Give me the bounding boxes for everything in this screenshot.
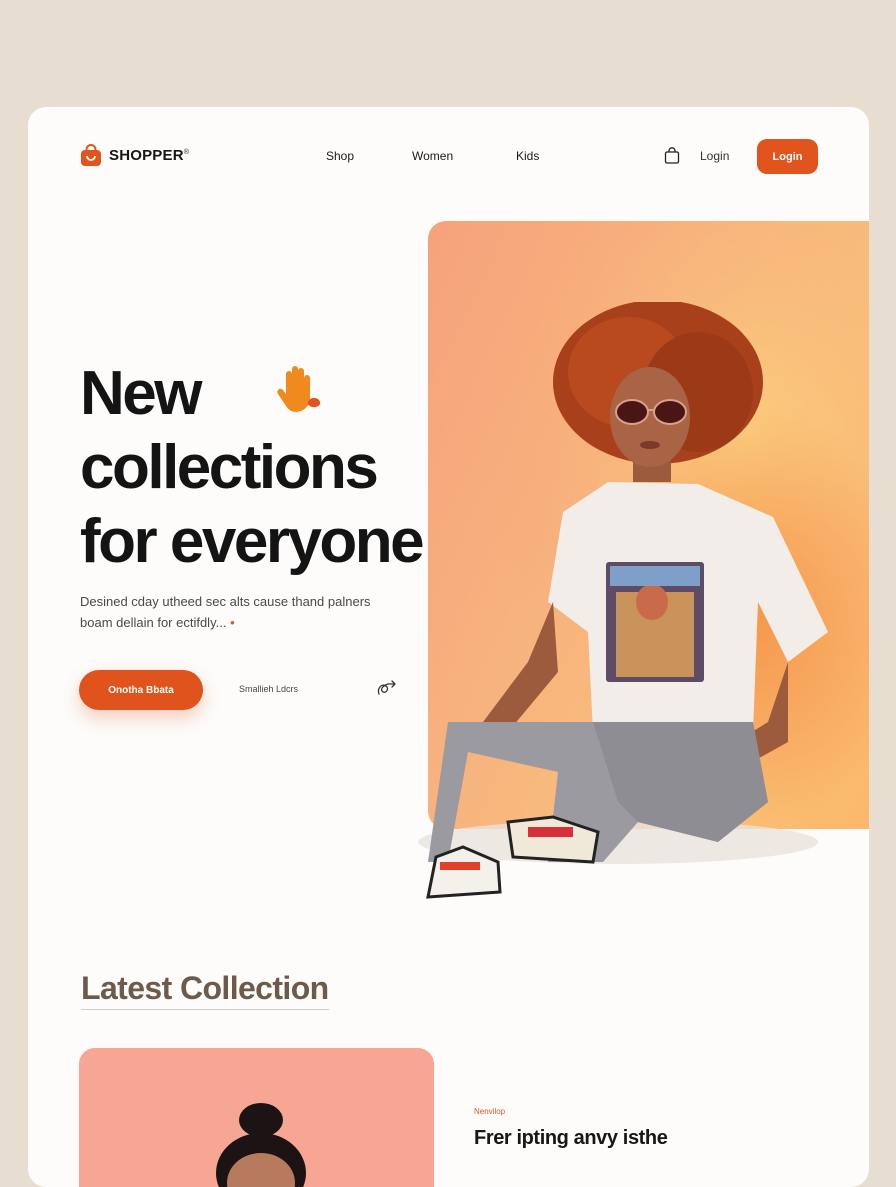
model-figure <box>418 302 828 899</box>
nav-item-kids[interactable]: Kids <box>516 149 539 163</box>
hero-description: Desined cday utheed sec alts cause thand… <box>80 591 410 633</box>
page-card: SHOPPER® Shop Women Kids Login Login New… <box>28 107 869 1187</box>
hero-title-line-1: New <box>80 359 202 428</box>
product-tag: Nenvilop <box>474 1107 506 1116</box>
product-model-figure <box>216 1103 306 1187</box>
secondary-link[interactable]: Smallieh Ldcrs <box>239 684 298 694</box>
primary-cta-button[interactable]: Onotha Bbata <box>79 670 203 710</box>
nav-item-shop[interactable]: Shop <box>326 149 354 163</box>
hero-description-line-1: Desined cday utheed sec alts cause thand… <box>80 594 371 609</box>
hero-title-line-3: for everyone <box>80 507 425 576</box>
login-link[interactable]: Login <box>700 149 729 163</box>
hero-title: New collections for everyone <box>80 357 425 579</box>
section-title-latest-collection: Latest Collection <box>81 970 329 1010</box>
waving-hand-icon <box>277 366 321 412</box>
description-dot: • <box>230 615 235 630</box>
hero-description-line-2: boam dellain for ectifdly... <box>80 615 227 630</box>
login-button[interactable]: Login <box>757 139 818 174</box>
shopping-bag-logo-icon <box>81 144 101 166</box>
shopping-bag-icon[interactable] <box>664 147 680 164</box>
product-title: Frer ipting anvy isthe <box>474 1127 668 1149</box>
brand-name: SHOPPER® <box>109 146 190 164</box>
product-image[interactable] <box>79 1048 434 1187</box>
hero-title-line-2: collections <box>80 433 379 502</box>
brand-logo[interactable]: SHOPPER® <box>79 143 189 167</box>
nav-item-women[interactable]: Women <box>412 149 453 163</box>
